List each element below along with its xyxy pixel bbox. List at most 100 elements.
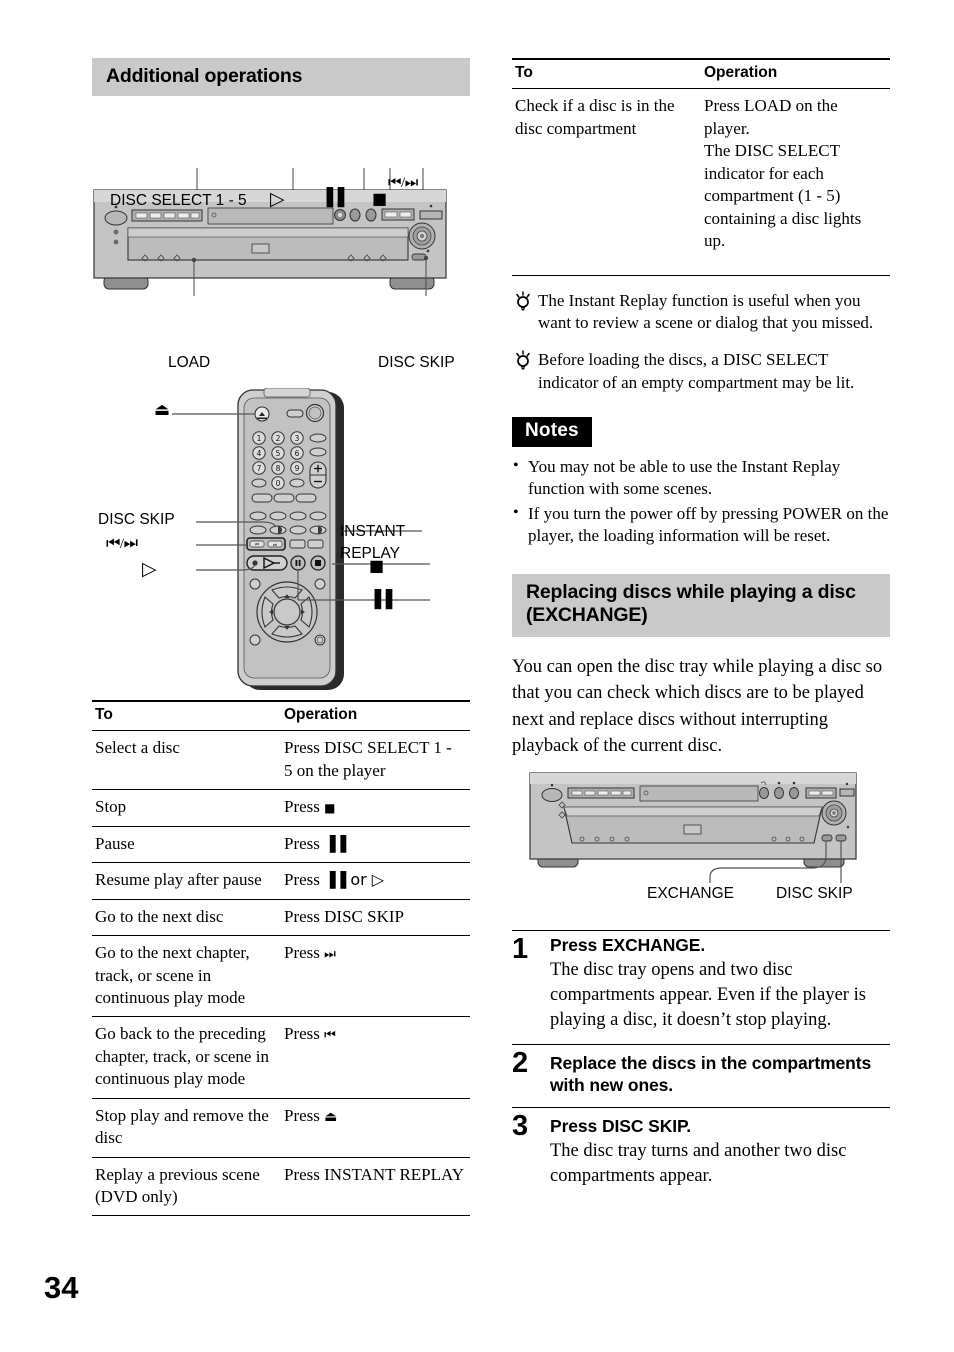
label-disc-skip-exchange: DISC SKIP [776, 885, 853, 903]
operations-table-right: To Operation Check if a disc is in the d… [512, 58, 890, 276]
pause-icon-remote: ▐▐ [368, 590, 392, 610]
cell-to: Go to the next chapter, track, or scene … [92, 935, 281, 1018]
table-row: Stop Press ■ [92, 789, 470, 827]
notes-badge: Notes [512, 416, 592, 447]
front-panel-illustration-exchange [529, 772, 857, 884]
step-1: 1 Press EXCHANGE. The disc tray opens an… [512, 931, 890, 1046]
section-title-line2: (EXCHANGE) [526, 604, 648, 627]
eject-icon: ⏏ [154, 400, 171, 420]
svg-text:⏭: ⏭ [273, 543, 277, 548]
stop-icon: ■ [372, 189, 388, 208]
column-header-to: To [92, 700, 281, 732]
svg-text:8: 8 [276, 464, 281, 473]
svg-text:⏮: ⏮ [255, 543, 259, 548]
svg-text:4: 4 [257, 449, 262, 458]
cell-operation: Press DISC SKIP [281, 899, 470, 937]
column-header-operation: Operation [281, 700, 470, 732]
step-title: Press EXCHANGE. [550, 935, 706, 956]
left-column: Additional operations DISC SELECT 1 - 5 … [92, 58, 470, 1217]
tip-instant-replay: The Instant Replay function is useful wh… [512, 290, 890, 336]
label-load: LOAD [168, 354, 211, 371]
skip-back-forward-icon: ⏮/⏭ [388, 173, 418, 191]
label-disc-skip-front: DISC SKIP [378, 354, 455, 371]
cell-operation: Press ⏭ [281, 935, 470, 1018]
section-header-additional-operations: Additional operations [92, 58, 470, 96]
table-row: Stop play and remove the disc Press ⏏ [92, 1098, 470, 1158]
table-header-row: To Operation [92, 700, 470, 732]
cell-operation: Press DISC SELECT 1 - 5 on the player [281, 730, 470, 791]
exchange-diagram-block: EXCHANGE DISC SKIP [512, 771, 890, 932]
cell-to: Resume play after pause [92, 862, 281, 900]
steps-list: 1 Press EXCHANGE. The disc tray opens an… [512, 931, 890, 1200]
pause-icon: ▐▐ [324, 834, 346, 853]
cell-operation: Press INSTANT REPLAY [281, 1157, 470, 1217]
page-number: 34 [44, 1270, 79, 1305]
table-row: Go to the next disc Press DISC SKIP [92, 899, 470, 937]
cell-to: Stop play and remove the disc [92, 1098, 281, 1158]
svg-text:6: 6 [295, 449, 300, 458]
label-disc-select: DISC SELECT 1 - 5 [110, 192, 247, 209]
table-row: Resume play after pause Press ▐▐ or ▷ [92, 862, 470, 900]
stop-icon-remote: ■ [369, 556, 385, 575]
table-header-row: To Operation [512, 58, 890, 90]
section-header-replacing-discs: Replacing discs while playing a disc (EX… [512, 574, 890, 638]
player-diagram-block: DISC SELECT 1 - 5 ▷ ▐▐ ■ ⏮/⏭ LOAD DISC S… [92, 96, 470, 396]
step-title: Replace the discs in the compartments wi… [550, 1053, 872, 1095]
step-number: 1 [512, 933, 529, 966]
table-row: Go to the next chapter, track, or scene … [92, 935, 470, 1018]
column-header-to: To [512, 58, 701, 90]
play-icon: ▷ [270, 188, 285, 210]
table-row: Check if a disc is in the disc compartme… [512, 88, 890, 276]
operations-table-body: Check if a disc is in the disc compartme… [512, 88, 890, 276]
tip-text: Before loading the discs, a DISC SELECT … [538, 350, 855, 392]
step-2: 2 Replace the discs in the compartments … [512, 1045, 890, 1109]
stop-icon: ■ [324, 801, 336, 816]
table-row: Select a disc Press DISC SELECT 1 - 5 on… [92, 730, 470, 791]
notes-block: Notes You may not be able to use the Ins… [512, 416, 890, 548]
tip-text: The Instant Replay function is useful wh… [538, 290, 874, 333]
right-column: To Operation Check if a disc is in the d… [512, 58, 890, 1200]
cell-operation: Press ⏮ [281, 1016, 470, 1099]
lightbulb-icon [512, 350, 534, 372]
cell-operation: Press LOAD on the player. The DISC SELEC… [701, 88, 890, 276]
step-number: 2 [512, 1047, 529, 1080]
label-exchange: EXCHANGE [647, 885, 734, 903]
tip-disc-select: Before loading the discs, a DISC SELECT … [512, 349, 890, 395]
remote-diagram-block: 1 2 3 4 5 6 7 8 9 0 ⏮ ⏭ ⏏ DISC SKIP ⏮/⏭ … [92, 388, 470, 700]
svg-text:5: 5 [276, 449, 281, 458]
eject-icon: ⏏ [324, 1108, 338, 1125]
cell-to: Go to the next disc [92, 899, 281, 937]
svg-text:7: 7 [257, 464, 262, 473]
table-row: Pause Press ▐▐ [92, 826, 470, 864]
cell-to: Stop [92, 789, 281, 827]
label-disc-skip-remote: DISC SKIP [98, 511, 175, 528]
step-number: 3 [512, 1110, 529, 1143]
skip-back-forward-icon-remote: ⏮/⏭ [106, 533, 138, 552]
svg-text:9: 9 [295, 464, 300, 473]
list-item: If you turn the power off by pressing PO… [512, 502, 890, 548]
cell-operation: Press ▐▐ [281, 826, 470, 864]
pause-icon: ▐▐ [320, 188, 344, 208]
operations-table-body: Select a disc Press DISC SELECT 1 - 5 on… [92, 730, 470, 1217]
notes-list: You may not be able to use the Instant R… [512, 455, 890, 548]
manual-page: Additional operations DISC SELECT 1 - 5 … [0, 0, 954, 1352]
section-title-line1: Replacing discs while playing a disc [526, 581, 856, 604]
intro-paragraph: You can open the disc tray while playing… [512, 657, 883, 756]
step-body: The disc tray opens and two disc compart… [550, 960, 866, 1031]
skip-back-icon: ⏮ [324, 1028, 336, 1044]
list-item: You may not be able to use the Instant R… [512, 455, 890, 501]
svg-text:3: 3 [295, 434, 300, 443]
cell-operation: Press ■ [281, 789, 470, 827]
step-3: 3 Press DISC SKIP. The disc tray turns a… [512, 1108, 890, 1200]
cell-to: Pause [92, 826, 281, 864]
label-instant: INSTANT [340, 523, 406, 540]
cell-operation: Press ▐▐ or ▷ [281, 862, 470, 900]
play-icon: or ▷ [345, 870, 385, 890]
operations-table-left: To Operation Select a disc Press DISC SE… [92, 700, 470, 1217]
skip-forward-icon: ⏭ [324, 947, 336, 963]
cell-operation: Press ⏏ [281, 1098, 470, 1158]
step-title: Press DISC SKIP. [550, 1116, 692, 1137]
play-icon-remote: ▷ [142, 558, 157, 580]
svg-text:0: 0 [276, 479, 281, 488]
cell-to: Replay a previous scene (DVD only) [92, 1157, 281, 1217]
